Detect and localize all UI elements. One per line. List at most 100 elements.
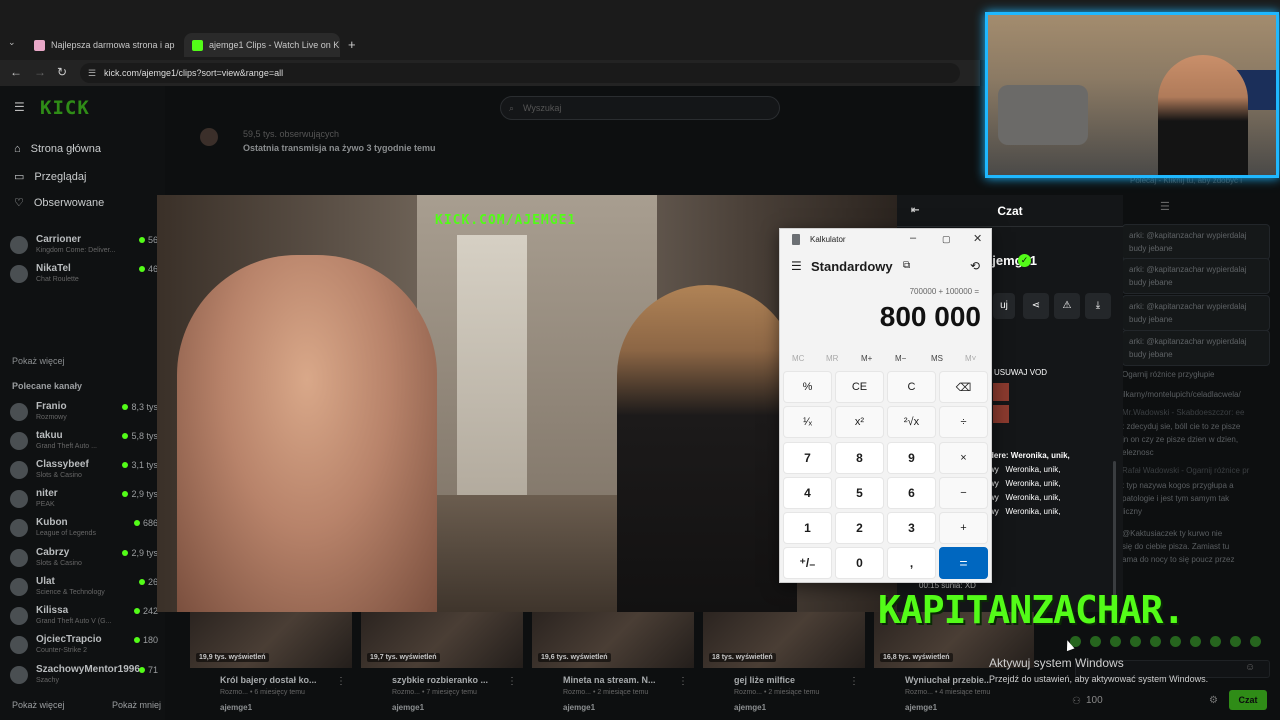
- emote-icon[interactable]: [1130, 636, 1141, 647]
- digit-0-button[interactable]: 0: [835, 547, 884, 579]
- clip-title[interactable]: Mineta na stream. N...: [563, 675, 656, 685]
- digit-6-button[interactable]: 6: [887, 477, 936, 509]
- clip-channel[interactable]: ajemge1: [905, 703, 937, 712]
- memory-recall-button[interactable]: MR: [826, 354, 838, 363]
- clear-button[interactable]: C: [887, 371, 936, 403]
- divide-button[interactable]: ÷: [939, 406, 988, 438]
- recommended-channel[interactable]: Classybeef Slots & Casino 3,1 tys: [10, 458, 160, 486]
- emote-icon[interactable]: [1250, 636, 1261, 647]
- clip-channel[interactable]: ajemge1: [563, 703, 595, 712]
- clip-title[interactable]: Wyniuchał przebie...: [905, 675, 991, 685]
- site-info-icon[interactable]: ☰: [88, 63, 96, 83]
- emote-icon[interactable]: [1150, 636, 1161, 647]
- recommended-channel[interactable]: Kilissa Grand Theft Auto V (G... 242: [10, 604, 160, 632]
- memory-store-button[interactable]: MS: [931, 354, 943, 363]
- followed-channel[interactable]: Carrioner Kingdom Come: Deliver... 56: [10, 233, 160, 261]
- emote-icon[interactable]: [1190, 636, 1201, 647]
- address-bar[interactable]: ☰ kick.com/ajemge1/clips?sort=view&range…: [80, 63, 960, 83]
- share-button[interactable]: ⋖: [1023, 293, 1049, 319]
- clip-more-icon[interactable]: ⋮: [336, 676, 346, 687]
- add-button[interactable]: +: [939, 512, 988, 544]
- clip-title[interactable]: Król bajery dostał ko...: [220, 675, 317, 685]
- new-tab-icon[interactable]: +: [348, 37, 356, 52]
- clip-more-icon[interactable]: ⋮: [678, 676, 688, 687]
- memory-list-button[interactable]: M˅: [965, 354, 976, 363]
- report-button[interactable]: ⚠: [1054, 293, 1080, 319]
- memory-clear-button[interactable]: MC: [792, 354, 804, 363]
- recommended-channel[interactable]: Kubon League of Legends 686: [10, 516, 160, 544]
- tab-najlepsza[interactable]: Najlepsza darmowa strona i ap ✕: [26, 33, 180, 57]
- nav-browse[interactable]: ▭ Przeglądaj: [14, 170, 86, 184]
- recommended-channel[interactable]: Franio Rozmowy 8,3 tys: [10, 400, 160, 428]
- menu-icon[interactable]: ☰: [14, 100, 25, 114]
- digit-8-button[interactable]: 8: [835, 442, 884, 474]
- download-button[interactable]: ⤓: [1085, 293, 1111, 319]
- chat-scrollbar[interactable]: [1113, 461, 1116, 601]
- clear-entry-button[interactable]: CE: [835, 371, 884, 403]
- clip-thumbnail[interactable]: 19,7 tys. wyświetleń: [361, 612, 523, 668]
- digit-3-button[interactable]: 3: [887, 512, 936, 544]
- keep-on-top-icon[interactable]: ⧉: [903, 260, 910, 271]
- history-icon[interactable]: ⟲: [970, 259, 980, 273]
- nav-following[interactable]: ♡ Obserwowane: [14, 196, 104, 210]
- digit-5-button[interactable]: 5: [835, 477, 884, 509]
- show-more-footer[interactable]: Pokaż więcej: [12, 700, 65, 710]
- back-icon[interactable]: ←: [10, 65, 22, 79]
- clip-thumbnail[interactable]: 18 tys. wyświetleń: [703, 612, 865, 668]
- decimal-button[interactable]: ,: [887, 547, 936, 579]
- memory-subtract-button[interactable]: M−: [895, 354, 906, 363]
- digit-7-button[interactable]: 7: [783, 442, 832, 474]
- follow-button[interactable]: uj: [993, 293, 1015, 319]
- square-button[interactable]: x²: [835, 406, 884, 438]
- clip-thumbnail[interactable]: 19,6 tys. wyświetleń: [532, 612, 694, 668]
- close-icon[interactable]: ✕: [973, 232, 982, 245]
- reciprocal-button[interactable]: ¹⁄ₓ: [783, 406, 832, 438]
- emote-icon[interactable]: [1170, 636, 1181, 647]
- clip-title[interactable]: gej liże milfice: [734, 675, 795, 685]
- digit-1-button[interactable]: 1: [783, 512, 832, 544]
- clip-channel[interactable]: ajemge1: [734, 703, 766, 712]
- recommended-channel[interactable]: Cabrzy Slots & Casino 2,9 tys: [10, 546, 160, 574]
- backspace-button[interactable]: ⌫: [939, 371, 988, 403]
- forward-icon[interactable]: →: [34, 65, 46, 79]
- percent-button[interactable]: %: [783, 371, 832, 403]
- recommended-channel[interactable]: SzachowyMentor1996 Szachy 71: [10, 663, 160, 691]
- chat-settings-icon[interactable]: ⚙: [1209, 695, 1218, 706]
- emote-icon[interactable]: [1110, 636, 1121, 647]
- recommended-channel[interactable]: takuu Grand Theft Auto ... 5,8 tys: [10, 429, 160, 457]
- collapse-chat-icon[interactable]: ⇤: [911, 195, 919, 227]
- emote-icon[interactable]: [1230, 636, 1241, 647]
- minimize-icon[interactable]: –: [910, 232, 916, 244]
- nav-home[interactable]: ⌂ Strona główna: [14, 143, 101, 155]
- hamburger-menu-icon[interactable]: ☰: [791, 259, 802, 273]
- sqrt-button[interactable]: ²√x: [887, 406, 936, 438]
- chat-filter-icon[interactable]: ☰: [1160, 200, 1170, 213]
- chat-send-button[interactable]: Czat: [1229, 690, 1267, 710]
- memory-add-button[interactable]: M+: [861, 354, 872, 363]
- clip-channel[interactable]: ajemge1: [392, 703, 424, 712]
- equals-button[interactable]: =: [939, 547, 988, 579]
- show-more-link[interactable]: Pokaż więcej: [12, 356, 65, 366]
- recommended-channel[interactable]: niter PEAK 2,9 tys: [10, 487, 160, 515]
- digit-2-button[interactable]: 2: [835, 512, 884, 544]
- subtract-button[interactable]: −: [939, 477, 988, 509]
- clip-title[interactable]: szybkie rozbieranko ...: [392, 675, 488, 685]
- reload-icon[interactable]: ↻: [57, 65, 67, 79]
- digit-4-button[interactable]: 4: [783, 477, 832, 509]
- clip-thumbnail[interactable]: 19,9 tys. wyświetleń: [190, 612, 352, 668]
- clip-more-icon[interactable]: ⋮: [507, 676, 517, 687]
- maximize-icon[interactable]: ▢: [942, 234, 951, 245]
- followed-channel[interactable]: NikaTel Chat Roulette 46: [10, 262, 160, 290]
- recommended-channel[interactable]: Ulat Science & Technology 26: [10, 575, 160, 603]
- show-less-footer[interactable]: Pokaż mniej: [112, 700, 161, 710]
- emote-icon[interactable]: [1090, 636, 1101, 647]
- tab-list-chevron-icon[interactable]: ⌄: [8, 37, 16, 48]
- kick-logo[interactable]: KICK: [40, 97, 90, 119]
- recommended-channel[interactable]: OjciecTrapcio Counter-Strike 2 180: [10, 633, 160, 661]
- multiply-button[interactable]: ×: [939, 442, 988, 474]
- search-input[interactable]: ⌕ Wyszukaj: [500, 96, 780, 120]
- clip-more-icon[interactable]: ⋮: [849, 676, 859, 687]
- emoji-icon[interactable]: ☺: [1245, 662, 1255, 673]
- emote-icon[interactable]: [1210, 636, 1221, 647]
- digit-9-button[interactable]: 9: [887, 442, 936, 474]
